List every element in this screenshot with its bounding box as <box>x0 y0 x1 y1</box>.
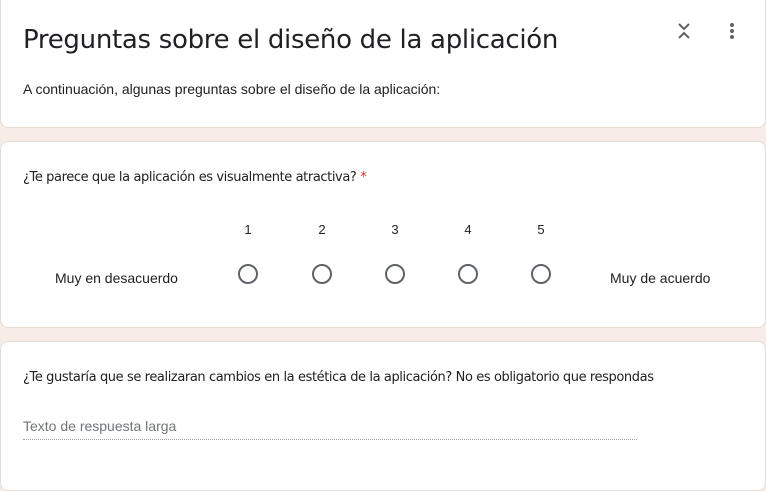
scale-radio-2[interactable] <box>312 264 332 284</box>
scale-number-5: 5 <box>537 222 545 237</box>
section-header-card: Preguntas sobre el diseño de la aplicaci… <box>0 0 766 128</box>
scale-radio-4[interactable] <box>458 264 478 284</box>
question-card-linear-scale: ¿Te parece que la aplicación es visualme… <box>0 141 766 328</box>
scale-radio-3[interactable] <box>385 264 405 284</box>
question-title: ¿Te parece que la aplicación es visualme… <box>23 170 367 185</box>
scale-number-2: 2 <box>318 222 326 237</box>
scale-radio-5[interactable] <box>531 264 551 284</box>
scale-number-3: 3 <box>391 222 399 237</box>
section-description: A continuación, algunas preguntas sobre … <box>23 81 441 97</box>
question-title-text: ¿Te parece que la aplicación es visualme… <box>23 170 357 185</box>
collapse-icon <box>678 23 690 39</box>
section-title: Preguntas sobre el diseño de la aplicaci… <box>23 25 559 55</box>
question-title: ¿Te gustaría que se realizaran cambios e… <box>23 370 654 385</box>
scale-low-label: Muy en desacuerdo <box>55 270 178 286</box>
long-answer-input[interactable] <box>23 412 637 440</box>
scale-radio-1[interactable] <box>238 264 258 284</box>
scale-high-label: Muy de acuerdo <box>610 270 711 286</box>
more-vert-icon <box>730 23 734 39</box>
more-options-button[interactable] <box>720 19 744 43</box>
scale-number-1: 1 <box>244 222 252 237</box>
collapse-section-button[interactable] <box>672 19 696 43</box>
scale-number-4: 4 <box>464 222 472 237</box>
required-asterisk: * <box>360 170 367 185</box>
question-card-long-answer: ¿Te gustaría que se realizaran cambios e… <box>0 341 766 491</box>
